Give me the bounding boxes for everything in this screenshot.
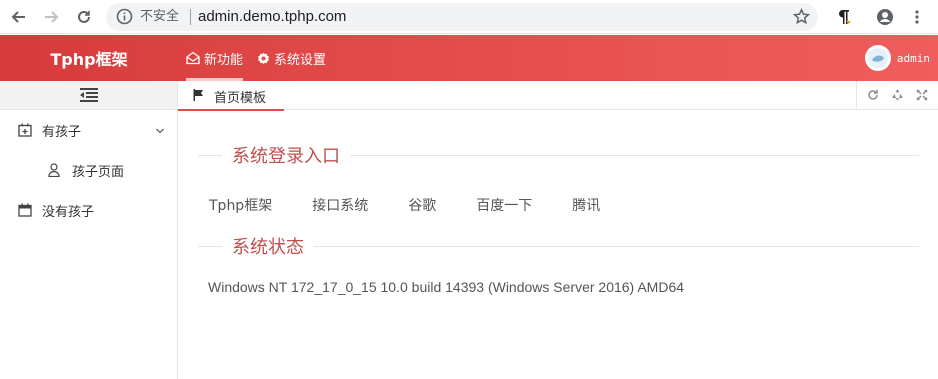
calendar-plus-icon — [18, 123, 32, 141]
flag-icon — [193, 89, 204, 105]
refresh-icon[interactable] — [867, 86, 879, 105]
tab-label: 首页模板 — [214, 91, 267, 106]
address-bar[interactable]: 不安全 admin.demo.tphp.com — [106, 3, 818, 31]
bookmark-star-icon[interactable] — [792, 7, 811, 29]
page-tabs: 首页模板 — [178, 81, 938, 111]
info-icon[interactable] — [116, 8, 133, 29]
url-text[interactable]: admin.demo.tphp.com — [198, 7, 346, 27]
status-section-header: 系统状态 — [198, 234, 919, 258]
username: admin — [896, 51, 930, 65]
reload-icon[interactable] — [73, 6, 95, 28]
tab-home-template[interactable]: 首页模板 — [178, 81, 284, 111]
fullscreen-icon[interactable] — [916, 86, 928, 105]
avatar — [864, 45, 891, 71]
login-section-header: 系统登录入口 — [198, 143, 919, 167]
link-api-system[interactable]: 接口系统 — [312, 195, 368, 215]
back-arrow-icon[interactable] — [8, 6, 30, 28]
envelope-open-icon — [186, 51, 200, 65]
browser-toolbar: 不安全 admin.demo.tphp.com — [0, 0, 938, 34]
brand-logo[interactable]: Tphp框架 — [0, 35, 178, 81]
link-google[interactable]: 谷歌 — [408, 195, 436, 215]
calendar-icon — [18, 203, 32, 221]
quick-links: Tphp框架 接口系统 谷歌 百度一下 腾讯 — [209, 195, 640, 215]
user-menu[interactable]: admin — [864, 45, 930, 71]
divider — [190, 9, 191, 25]
divider — [314, 245, 919, 247]
indent-icon — [79, 88, 98, 102]
tab-tools — [856, 81, 938, 110]
recycle-icon[interactable] — [891, 86, 904, 105]
insecure-label[interactable]: 不安全 — [140, 8, 179, 26]
sidebar: 有孩子 孩子页面 没有孩子 — [0, 81, 178, 379]
extension-pilcrow-icon[interactable] — [833, 6, 855, 28]
link-baidu[interactable]: 百度一下 — [476, 195, 532, 215]
topnav-new-features[interactable]: 新功能 — [186, 35, 244, 81]
chevron-down-icon — [155, 124, 165, 139]
main-content: 系统登录入口 Tphp框架 接口系统 谷歌 百度一下 腾讯 系统状态 Windo… — [178, 110, 938, 379]
system-info-text: Windows NT 172_17_0_15 10.0 build 14393 … — [208, 279, 685, 295]
divider — [350, 154, 919, 156]
account-circle-icon[interactable] — [874, 6, 896, 28]
app-header: Tphp框架 新功能 系统设置 admin — [0, 35, 938, 81]
sidebar-item-label: 没有孩子 — [42, 204, 95, 220]
more-vert-icon[interactable] — [906, 6, 928, 28]
section-title: 系统状态 — [232, 237, 304, 258]
forward-arrow-icon[interactable] — [40, 6, 62, 28]
link-tencent[interactable]: 腾讯 — [572, 195, 600, 215]
topnav-system-settings[interactable]: 系统设置 — [257, 35, 326, 81]
topnav-new-features-label: 新功能 — [204, 52, 244, 68]
user-icon — [48, 163, 60, 181]
gear-icon — [258, 52, 269, 64]
sidebar-item-with-children[interactable]: 有孩子 — [0, 110, 177, 150]
sidebar-item-without-children[interactable]: 没有孩子 — [0, 190, 177, 230]
sidebar-collapse-toggle[interactable] — [0, 81, 177, 110]
section-title: 系统登录入口 — [232, 146, 340, 167]
divider — [198, 154, 222, 156]
link-tphp[interactable]: Tphp框架 — [209, 195, 272, 215]
divider — [198, 245, 222, 247]
sidebar-subitem-child-page[interactable]: 孩子页面 — [0, 150, 177, 190]
topnav-system-settings-label: 系统设置 — [274, 52, 327, 68]
sidebar-subitem-label: 孩子页面 — [72, 164, 125, 180]
sidebar-item-label: 有孩子 — [42, 124, 82, 140]
